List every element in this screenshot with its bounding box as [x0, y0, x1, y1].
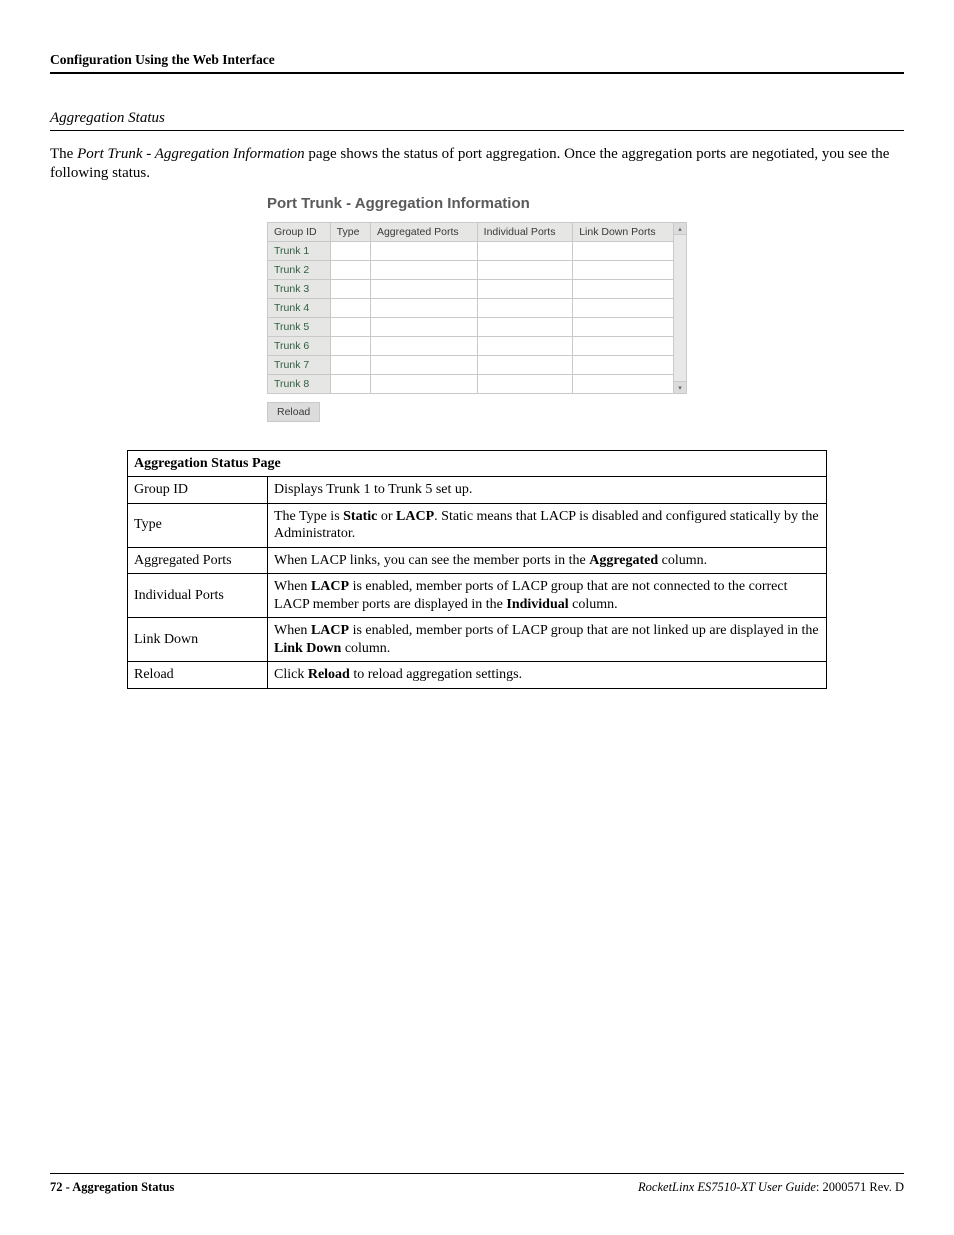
cell: [370, 317, 477, 336]
cell: [477, 336, 573, 355]
table-row: Trunk 2: [268, 260, 674, 279]
cell: [477, 260, 573, 279]
desc-text: When LACP is enabled, member ports of LA…: [268, 618, 827, 662]
footer-product: RocketLinx ES7510-XT User Guide: [638, 1180, 816, 1194]
table-row: Trunk 6: [268, 336, 674, 355]
header-title: Configuration Using the Web Interface: [50, 52, 904, 74]
desc-row: Reload Click Reload to reload aggregatio…: [128, 662, 827, 689]
cell: [573, 374, 674, 393]
cell: [370, 374, 477, 393]
cell: [573, 260, 674, 279]
group-cell: Trunk 5: [268, 317, 331, 336]
desc-text: Displays Trunk 1 to Trunk 5 set up.: [268, 477, 827, 504]
desc-text: The Type is Static or LACP. Static means…: [268, 503, 827, 547]
group-cell: Trunk 1: [268, 241, 331, 260]
footer: 72 - Aggregation Status RocketLinx ES751…: [50, 1173, 904, 1195]
footer-rev: : 2000571 Rev. D: [816, 1180, 904, 1194]
group-cell: Trunk 7: [268, 355, 331, 374]
description-table: Aggregation Status Page Group ID Display…: [127, 450, 827, 689]
desc-text: When LACP links, you can see the member …: [268, 547, 827, 574]
cell: [330, 317, 370, 336]
cell: [330, 260, 370, 279]
description-caption: Aggregation Status Page: [128, 450, 827, 477]
cell: [330, 374, 370, 393]
cell: [573, 241, 674, 260]
figure-table-wrap: Group ID Type Aggregated Ports Individua…: [267, 222, 687, 394]
group-cell: Trunk 8: [268, 374, 331, 393]
col-individual: Individual Ports: [477, 222, 573, 241]
group-cell: Trunk 6: [268, 336, 331, 355]
group-cell: Trunk 4: [268, 298, 331, 317]
cell: [370, 355, 477, 374]
table-row: Trunk 8: [268, 374, 674, 393]
cell: [573, 355, 674, 374]
cell: [330, 336, 370, 355]
cell: [370, 241, 477, 260]
desc-row: Group ID Displays Trunk 1 to Trunk 5 set…: [128, 477, 827, 504]
description-caption-row: Aggregation Status Page: [128, 450, 827, 477]
table-row: Trunk 5: [268, 317, 674, 336]
aggregation-info-body: Trunk 1 Trunk 2 Trunk 3 Trunk 4 Trunk 5 …: [268, 241, 674, 393]
desc-label: Aggregated Ports: [128, 547, 268, 574]
scrollbar[interactable]: ▴ ▾: [673, 222, 687, 394]
cell: [330, 355, 370, 374]
group-cell: Trunk 3: [268, 279, 331, 298]
footer-left: 72 - Aggregation Status: [50, 1180, 174, 1195]
table-row: Trunk 4: [268, 298, 674, 317]
cell: [477, 298, 573, 317]
desc-label: Type: [128, 503, 268, 547]
figure-area: Port Trunk - Aggregation Information Gro…: [267, 195, 687, 422]
cell: [477, 279, 573, 298]
cell: [573, 336, 674, 355]
cell: [330, 279, 370, 298]
table-row: Trunk 7: [268, 355, 674, 374]
cell: [573, 317, 674, 336]
intro-em: Port Trunk - Aggregation Information: [77, 146, 305, 162]
scroll-up-icon[interactable]: ▴: [674, 223, 686, 235]
cell: [370, 336, 477, 355]
col-group-id: Group ID: [268, 222, 331, 241]
cell: [330, 241, 370, 260]
table-row: Trunk 3: [268, 279, 674, 298]
desc-label: Individual Ports: [128, 574, 268, 618]
cell: [477, 374, 573, 393]
desc-label: Link Down: [128, 618, 268, 662]
intro-pre: The: [50, 146, 77, 162]
footer-page-label: - Aggregation Status: [63, 1180, 175, 1194]
desc-label: Reload: [128, 662, 268, 689]
cell: [330, 298, 370, 317]
table-header-row: Group ID Type Aggregated Ports Individua…: [268, 222, 674, 241]
table-row: Trunk 1: [268, 241, 674, 260]
figure-title: Port Trunk - Aggregation Information: [267, 195, 687, 212]
group-cell: Trunk 2: [268, 260, 331, 279]
desc-row: Aggregated Ports When LACP links, you ca…: [128, 547, 827, 574]
intro-paragraph: The Port Trunk - Aggregation Information…: [50, 145, 904, 183]
col-aggregated: Aggregated Ports: [370, 222, 477, 241]
cell: [573, 279, 674, 298]
cell: [477, 241, 573, 260]
desc-row: Link Down When LACP is enabled, member p…: [128, 618, 827, 662]
desc-text: Click Reload to reload aggregation setti…: [268, 662, 827, 689]
desc-label: Group ID: [128, 477, 268, 504]
cell: [370, 260, 477, 279]
footer-page: 72: [50, 1180, 63, 1194]
cell: [477, 317, 573, 336]
cell: [477, 355, 573, 374]
col-linkdown: Link Down Ports: [573, 222, 674, 241]
desc-row: Individual Ports When LACP is enabled, m…: [128, 574, 827, 618]
scroll-down-icon[interactable]: ▾: [674, 381, 686, 393]
aggregation-info-table: Group ID Type Aggregated Ports Individua…: [267, 222, 674, 394]
cell: [573, 298, 674, 317]
desc-text: When LACP is enabled, member ports of LA…: [268, 574, 827, 618]
scroll-track[interactable]: [674, 235, 686, 381]
cell: [370, 279, 477, 298]
col-type: Type: [330, 222, 370, 241]
section-title: Aggregation Status: [50, 110, 904, 131]
reload-button[interactable]: Reload: [267, 402, 320, 422]
footer-right: RocketLinx ES7510-XT User Guide: 2000571…: [638, 1180, 904, 1195]
desc-row: Type The Type is Static or LACP. Static …: [128, 503, 827, 547]
cell: [370, 298, 477, 317]
